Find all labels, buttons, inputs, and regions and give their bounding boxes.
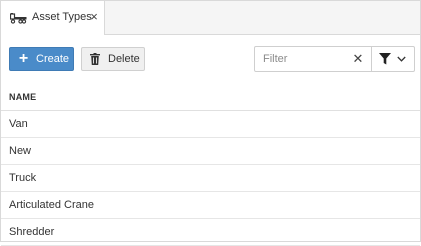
row-name-cell: New: [9, 145, 32, 157]
row-name-cell: Shredder: [9, 226, 55, 238]
delete-button-label: Delete: [108, 53, 140, 65]
plus-icon: +: [18, 50, 29, 67]
tab-strip: Asset Types ×: [1, 1, 420, 35]
row-name-cell: Truck: [9, 172, 37, 184]
table-row[interactable]: Van: [1, 111, 420, 138]
funnel-icon: [379, 53, 391, 65]
table-header: NAME: [1, 84, 420, 111]
tab-label: Asset Types: [32, 11, 92, 23]
filter-menu-button[interactable]: [372, 47, 414, 71]
column-header-name[interactable]: NAME: [9, 92, 36, 102]
filter-control: ✕: [254, 46, 415, 72]
close-tab-icon[interactable]: ×: [88, 10, 100, 24]
clear-filter-icon[interactable]: ✕: [351, 52, 365, 66]
delete-button[interactable]: Delete: [81, 47, 145, 71]
asset-types-table: NAME Van New Truck Articulated Crane Shr…: [1, 84, 420, 246]
tab-asset-types[interactable]: Asset Types ×: [1, 1, 105, 35]
row-name-cell: Articulated Crane: [9, 199, 94, 211]
chevron-down-icon: [397, 56, 406, 62]
table-row[interactable]: Truck: [1, 165, 420, 192]
asset-types-panel: Asset Types × + Create Delete ✕: [0, 0, 421, 246]
table-row[interactable]: New: [1, 138, 420, 165]
truck-icon: [10, 13, 27, 24]
filter-input[interactable]: [255, 47, 359, 71]
create-button[interactable]: + Create: [9, 47, 74, 71]
create-button-label: Create: [36, 53, 70, 65]
row-name-cell: Van: [9, 118, 28, 130]
table-row[interactable]: Articulated Crane: [1, 192, 420, 219]
trash-icon: [90, 53, 100, 65]
